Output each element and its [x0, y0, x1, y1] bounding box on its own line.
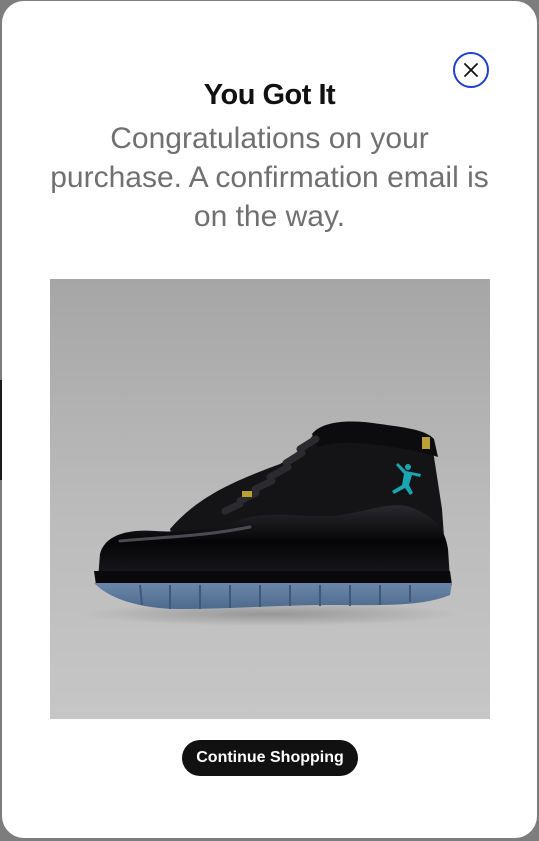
continue-shopping-button[interactable]: Continue Shopping: [182, 740, 358, 776]
modal-subtitle: Congratulations on your purchase. A conf…: [50, 122, 489, 233]
product-image: [50, 279, 490, 719]
purchase-confirmation-modal: You Got It Congratulations on your purch…: [2, 1, 537, 838]
close-icon: [463, 62, 479, 78]
modal-title: You Got It: [203, 79, 336, 111]
